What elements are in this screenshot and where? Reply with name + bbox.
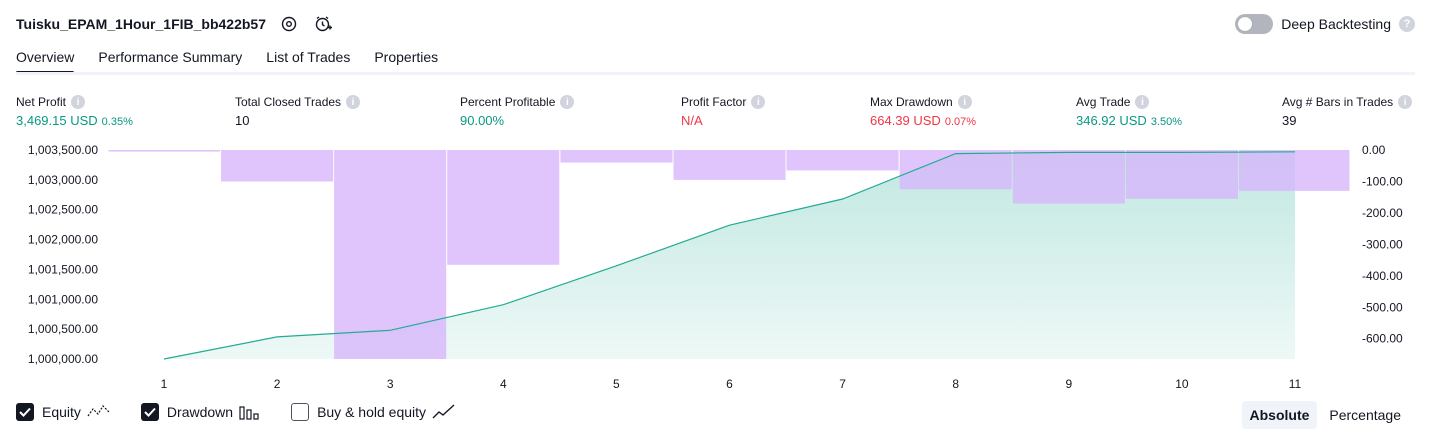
left-axis-tick-label: 1,000,000.00 <box>28 352 98 366</box>
metric-value: 10 <box>235 113 250 128</box>
equity-checkbox[interactable] <box>16 403 34 421</box>
right-axis-tick-label: -200.00 <box>1362 206 1403 220</box>
metric-total-closed-trades: Total Closed Trades i 10 <box>235 94 361 129</box>
metric-percent-profitable: Percent Profitable i 90.00% <box>460 94 575 129</box>
drawdown-bar <box>334 150 447 359</box>
metric-percent: 0.07% <box>944 116 977 128</box>
right-axis-tick-label: -100.00 <box>1362 175 1403 189</box>
buy-hold-checkbox[interactable] <box>291 403 310 421</box>
deep-backtesting-toggle[interactable] <box>1235 14 1274 34</box>
info-icon[interactable]: i <box>346 95 361 109</box>
drawdown-bar <box>447 150 560 265</box>
tab-properties[interactable]: Properties <box>374 44 438 74</box>
x-axis-tick-label: 1 <box>161 377 168 391</box>
metric-label: Profit Factor <box>681 95 747 109</box>
left-axis-tick-label: 1,002,000.00 <box>28 233 98 247</box>
tab-list-of-trades[interactable]: List of Trades <box>266 44 350 74</box>
right-axis-tick-label: -300.00 <box>1362 237 1403 251</box>
info-icon[interactable]: i <box>71 95 86 109</box>
metric-max-drawdown: Max Drawdown i 664.39 USD 0.07% <box>870 94 976 129</box>
info-icon[interactable]: i <box>957 95 972 109</box>
metric-value: 90.00% <box>460 113 505 128</box>
x-axis-tick-label: 3 <box>387 377 394 391</box>
legend-drawdown[interactable]: Drawdown <box>140 403 261 421</box>
equity-area <box>164 151 1295 359</box>
info-icon[interactable]: i <box>751 95 766 109</box>
info-icon[interactable]: i <box>560 95 575 109</box>
left-axis-tick-label: 1,003,000.00 <box>28 173 98 187</box>
left-axis-tick-label: 1,000,500.00 <box>28 322 98 336</box>
strategy-header: Tuisku_EPAM_1Hour_1FIB_bb422b57 <box>16 12 334 36</box>
right-axis-tick-label: -400.00 <box>1362 269 1403 283</box>
drawdown-bar <box>786 150 899 171</box>
tab-performance-summary[interactable]: Performance Summary <box>98 44 242 74</box>
info-icon[interactable]: i <box>1135 95 1150 109</box>
legend-label: Buy & hold equity <box>317 404 427 420</box>
x-axis-tick-label: 10 <box>1175 377 1189 391</box>
deep-backtesting-label: Deep Backtesting <box>1281 16 1391 32</box>
drawdown-bars-icon <box>239 404 261 420</box>
metric-net-profit: Net Profit i 3,469.15 USD 0.35% <box>16 94 133 129</box>
metric-value: 346.92 USD <box>1076 113 1147 128</box>
right-axis-tick-label: 0.00 <box>1362 143 1386 157</box>
metric-label: Max Drawdown <box>870 95 953 109</box>
drawdown-bar <box>1125 150 1238 199</box>
deep-backtesting: Deep Backtesting ? <box>1235 14 1415 34</box>
metric-value: 39 <box>1282 113 1297 128</box>
legend-label: Drawdown <box>166 404 234 420</box>
left-axis-tick-label: 1,003,500.00 <box>28 143 98 157</box>
info-icon[interactable]: i <box>1398 95 1413 109</box>
drawdown-bar <box>108 150 221 152</box>
metric-percent: 3.50% <box>1150 116 1183 128</box>
strategy-title: Tuisku_EPAM_1Hour_1FIB_bb422b57 <box>16 16 267 32</box>
metric-avg-trade: Avg Trade i 346.92 USD 3.50% <box>1076 94 1182 129</box>
absolute-button[interactable]: Absolute <box>1241 401 1318 429</box>
left-axis-tick-label: 1,001,500.00 <box>28 262 98 276</box>
metric-label: Net Profit <box>16 95 67 109</box>
drawdown-bar <box>1239 150 1350 191</box>
percentage-button[interactable]: Percentage <box>1321 401 1409 429</box>
x-axis-tick-label: 11 <box>1289 377 1302 391</box>
x-axis-tick-label: 4 <box>500 377 507 391</box>
legend-equity[interactable]: Equity <box>16 403 111 421</box>
metric-value: N/A <box>681 113 703 128</box>
drawdown-bar <box>221 150 334 182</box>
metric-value: 3,469.15 USD <box>16 113 98 128</box>
metric-label: Avg # Bars in Trades <box>1282 95 1394 109</box>
settings-icon[interactable] <box>278 13 300 35</box>
metric-label: Total Closed Trades <box>235 95 342 109</box>
legend-buy-hold[interactable]: Buy & hold equity <box>291 403 456 421</box>
x-axis-tick-label: 8 <box>952 377 959 391</box>
right-axis-tick-label: -500.00 <box>1362 300 1403 314</box>
metric-profit-factor: Profit Factor i N/A <box>681 94 766 129</box>
metric-value: 664.39 USD <box>870 113 941 128</box>
x-axis-tick-label: 9 <box>1065 377 1072 391</box>
x-axis-tick-label: 6 <box>726 377 733 391</box>
drawdown-bar <box>560 150 673 163</box>
buy-hold-line-icon <box>432 404 456 420</box>
equity-line-icon <box>87 404 111 420</box>
display-mode: Absolute Percentage <box>1241 401 1410 429</box>
add-alert-icon[interactable] <box>312 13 334 35</box>
drawdown-bar <box>673 150 786 180</box>
equity-drawdown-chart: 1,000,000.00 1,000,500.00 1,001,000.00 1,00… <box>28 143 1403 391</box>
help-icon[interactable]: ? <box>1399 16 1415 32</box>
tab-divider <box>16 72 1415 75</box>
metric-percent: 0.35% <box>101 116 133 128</box>
metric-avg-bars-in-trades: Avg # Bars in Trades i 39 <box>1282 94 1413 129</box>
metric-label: Avg Trade <box>1076 95 1131 109</box>
right-axis-tick-label: -600.00 <box>1362 332 1403 346</box>
legend-label: Equity <box>42 404 81 420</box>
chart-legend: Equity Drawdown Buy & hold equity <box>16 403 486 421</box>
left-axis-tick-label: 1,001,000.00 <box>28 292 98 306</box>
tab-bar: Overview Performance Summary List of Tra… <box>16 44 438 74</box>
metric-label: Percent Profitable <box>460 95 556 109</box>
x-axis-tick-label: 7 <box>839 377 846 391</box>
drawdown-checkbox[interactable] <box>140 403 159 421</box>
tab-overview[interactable]: Overview <box>16 44 75 74</box>
left-axis-tick-label: 1,002,500.00 <box>28 203 98 217</box>
x-axis-tick-label: 2 <box>274 377 281 391</box>
x-axis-tick-label: 5 <box>613 377 620 391</box>
drawdown-bar <box>1012 150 1125 204</box>
